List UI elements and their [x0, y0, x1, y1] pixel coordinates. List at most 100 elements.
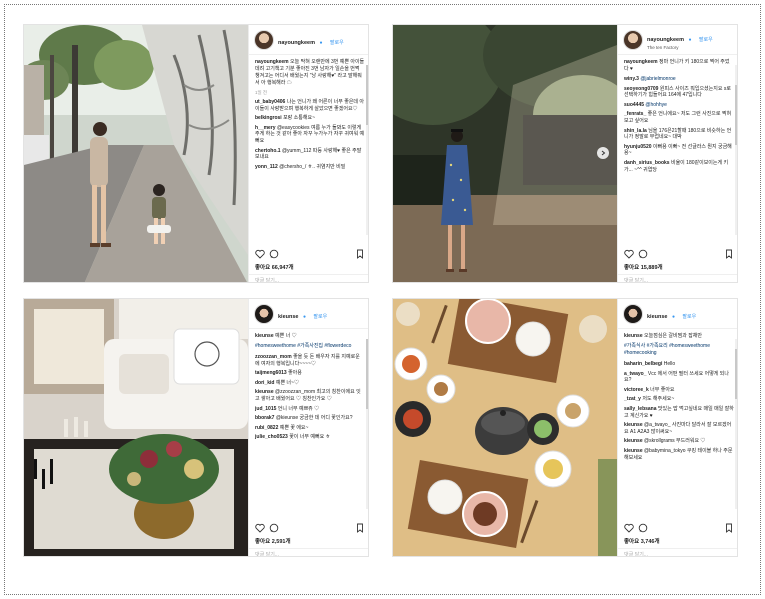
avatar[interactable]: [254, 29, 274, 50]
comments-scrollbar[interactable]: [366, 65, 368, 235]
likes-count[interactable]: 좋아요 3,746개: [624, 537, 660, 545]
comment: yonn_112 @chersho_/ ㅎ.. 귀염지만 비밀: [255, 164, 365, 171]
comment-user[interactable]: suo4445: [624, 102, 644, 108]
post-time: 1일 전: [255, 90, 268, 95]
comment-user[interactable]: kieunse: [624, 422, 643, 428]
caption: kieunse 오늘점심은 갈비찜과 잡채만: [624, 333, 734, 340]
avatar[interactable]: [254, 303, 274, 324]
comment-user[interactable]: kieunse: [624, 438, 643, 444]
comment-user[interactable]: ut_baby0406: [255, 99, 285, 105]
post-panel-2: nayoungkeem ● 팔로우 The ten Factory nayoun…: [617, 25, 737, 282]
post-photo-4[interactable]: [393, 299, 617, 556]
comment-user[interactable]: hyunju0520: [624, 144, 652, 150]
comment-user[interactable]: jud_1015: [255, 406, 276, 412]
comment-user[interactable]: _fenrats_: [624, 111, 646, 117]
avatar[interactable]: [623, 303, 643, 324]
caption-username[interactable]: kieunse: [624, 333, 643, 339]
post-photo-2[interactable]: [393, 25, 617, 282]
comment-user[interactable]: julie_cho0523: [255, 434, 288, 440]
bookmark-icon[interactable]: [355, 523, 365, 533]
comments-scrollbar[interactable]: [366, 339, 368, 509]
bookmark-icon[interactable]: [724, 523, 734, 533]
comment-icon[interactable]: [638, 249, 648, 259]
action-bar: [624, 249, 734, 261]
comment-user[interactable]: sally_lebsana: [624, 406, 657, 412]
hashtags[interactable]: #homesweethome #가족사진집 #flowerdeco: [255, 343, 365, 350]
comment-user[interactable]: kieunse: [624, 448, 643, 454]
location-tag[interactable]: The ten Factory: [647, 45, 713, 51]
post-header: nayoungkeem ● 팔로우: [249, 25, 368, 55]
heart-icon[interactable]: [255, 249, 265, 259]
action-bar: [624, 523, 734, 535]
comment-user[interactable]: shin_la.la: [624, 128, 647, 134]
comment-user[interactable]: rubi_0822: [255, 425, 278, 431]
bookmark-icon[interactable]: [724, 249, 734, 259]
comment: kieunse @babymina_tokyo 쿠킹 테이블 하나 주문해보세요: [624, 448, 734, 461]
next-photo-arrow-icon[interactable]: [597, 147, 609, 159]
likes-count[interactable]: 좋아요 2,591개: [255, 537, 291, 545]
action-bar: [255, 249, 365, 261]
comment-user[interactable]: _tzat_y: [624, 396, 641, 402]
comment: rubi_0822 예쁜 꽃 에요~: [255, 425, 365, 432]
likes-count[interactable]: 좋아요 15,889개: [624, 263, 663, 271]
follow-button[interactable]: 팔로우: [682, 314, 696, 320]
comment-user[interactable]: belkingrosi: [255, 115, 282, 121]
comment-user[interactable]: h__mery: [255, 125, 276, 131]
comment-text: 언니 너무 예쁘쥬 ♡: [277, 405, 320, 412]
caption-text: 예쁜 너 ♡: [275, 333, 297, 339]
comment: _fenrats_ 좋은 언니에요~ 저도 그런 사진으로 찍혀보고 싶어요: [624, 111, 734, 124]
comment-user[interactable]: baharin_belbegi: [624, 361, 662, 367]
follow-button[interactable]: 팔로우: [330, 40, 344, 46]
caption-username[interactable]: nayoungkeem: [624, 59, 658, 65]
comment-user[interactable]: dori_kid: [255, 380, 274, 386]
add-comment-input[interactable]: 댓글 달기...: [249, 274, 368, 282]
bookmark-icon[interactable]: [355, 249, 365, 259]
comment-icon[interactable]: [269, 249, 279, 259]
add-comment-input[interactable]: 댓글 달기...: [618, 274, 737, 282]
post-photo-1[interactable]: [24, 25, 248, 282]
comment-user[interactable]: danh_sirius_books: [624, 160, 670, 166]
username[interactable]: nayoungkeem: [647, 37, 684, 43]
caption: kieunse 예쁜 너 ♡: [255, 333, 365, 340]
comment-text: 포랑 소통해요~: [283, 115, 315, 122]
add-comment-input[interactable]: 댓글 달기...: [249, 548, 368, 556]
caption-text: 오늘점심은 갈비찜과 잡채만: [644, 333, 702, 339]
heart-icon[interactable]: [255, 523, 265, 533]
likes-count[interactable]: 좋아요 66,947개: [255, 263, 294, 271]
verified-badge-icon: ●: [319, 39, 323, 46]
post-photo-3[interactable]: [24, 299, 248, 556]
comment-user[interactable]: victoree_k: [624, 387, 649, 393]
verified-badge-icon: ●: [688, 37, 692, 44]
comment-user[interactable]: a_twayo_: [624, 371, 647, 377]
comment-icon[interactable]: [269, 523, 279, 533]
comment-user[interactable]: seoyeong0709: [624, 86, 658, 92]
comment-text: 저도 해주세요~: [642, 396, 675, 403]
username[interactable]: kieunse: [647, 314, 667, 320]
comment: ut_baby0406 나는 언니가 왜 어른이 너무 좋은데 아이들이 사랑받…: [255, 99, 365, 112]
username[interactable]: kieunse: [278, 314, 298, 320]
comment-user[interactable]: chertoho.1: [255, 148, 281, 154]
woman-blue-dress-photo: [393, 25, 617, 282]
follow-button[interactable]: 팔로우: [313, 314, 327, 320]
avatar[interactable]: [623, 29, 643, 50]
comment-user[interactable]: taijmeng6013: [255, 370, 287, 376]
comment-user[interactable]: zzoozzan_mom: [255, 354, 292, 360]
comment-icon[interactable]: [638, 523, 648, 533]
comment-user[interactable]: winy.3: [624, 76, 639, 82]
comments-scrollbar[interactable]: [735, 339, 737, 509]
comment-user[interactable]: kieunse: [255, 389, 274, 395]
add-comment-input[interactable]: 댓글 달기...: [618, 548, 737, 556]
comment-text: @kieunse 궁금한 데 어디 꽃인가요?: [275, 415, 353, 422]
comments-scrollbar[interactable]: [735, 65, 737, 235]
comment-user[interactable]: yonn_112: [255, 164, 278, 170]
comment-user[interactable]: bborak7: [255, 415, 274, 421]
caption-username[interactable]: kieunse: [255, 333, 274, 339]
caption-username[interactable]: nayoungkeem: [255, 59, 289, 65]
username[interactable]: nayoungkeem: [278, 40, 315, 46]
comment-text: 예쁜 꽃 에요~: [279, 424, 309, 431]
heart-icon[interactable]: [624, 523, 634, 533]
hashtags[interactable]: #가족식사 #가족요리 #homesweethome #homecooking: [624, 343, 734, 357]
heart-icon[interactable]: [624, 249, 634, 259]
follow-button[interactable]: 팔로우: [699, 37, 713, 43]
comment: winy.3 @jabrielmonroe: [624, 76, 734, 83]
